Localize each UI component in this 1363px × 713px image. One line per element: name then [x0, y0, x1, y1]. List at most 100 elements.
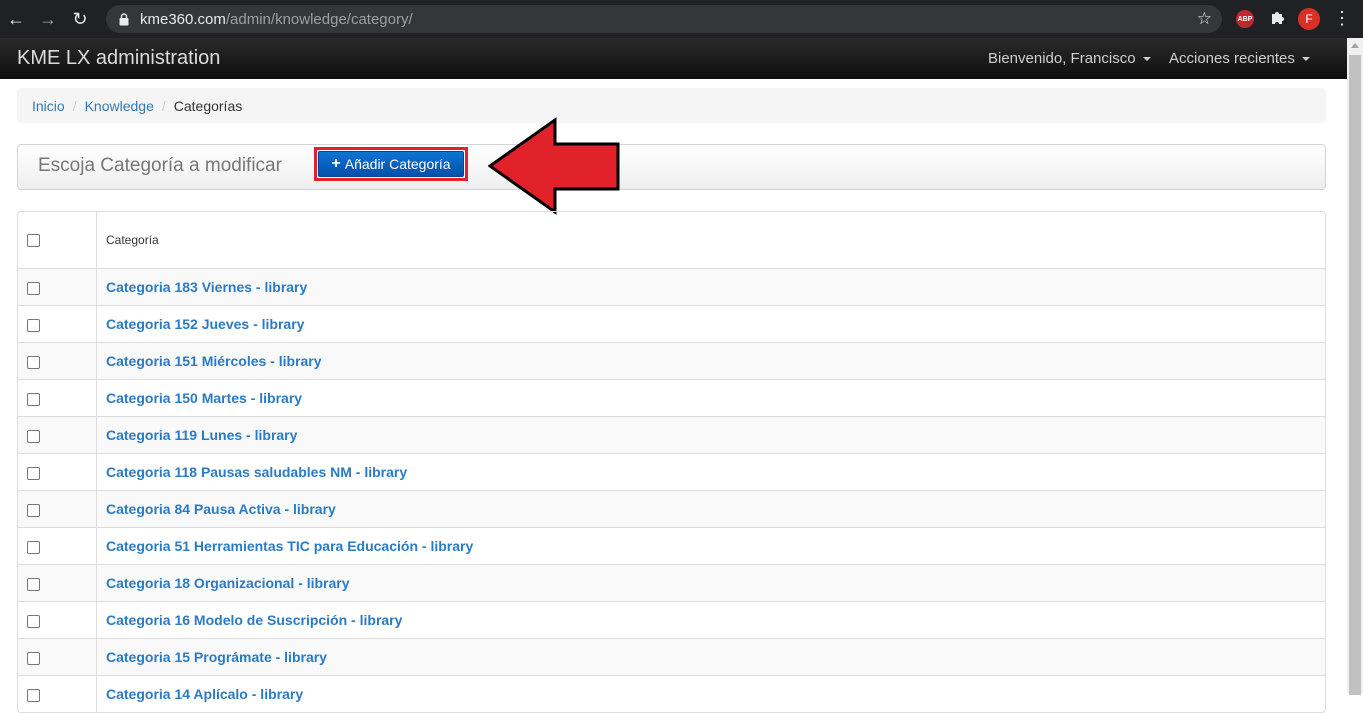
row-select-cell: [18, 638, 97, 676]
breadcrumb-separator: /: [161, 97, 166, 114]
url-path: /admin/knowledge/category/: [225, 10, 413, 28]
category-cell: Categoria 183 Viernes - library: [96, 268, 1325, 306]
row-checkbox[interactable]: [27, 503, 40, 517]
chevron-down-icon: [1142, 57, 1151, 62]
category-link[interactable]: Categoria 15 Prográmate - library: [106, 649, 327, 665]
breadcrumb-separator: /: [72, 97, 77, 114]
table-row: Categoria 16 Modelo de Suscripción - lib…: [18, 601, 1325, 639]
row-select-cell: [18, 453, 97, 491]
row-checkbox[interactable]: [27, 577, 40, 591]
extensions-puzzle-icon[interactable]: [1268, 9, 1286, 27]
category-cell: Categoria 150 Martes - library: [96, 379, 1325, 417]
address-bar[interactable]: kme360.com/admin/knowledge/category/ ☆: [106, 5, 1222, 33]
browser-menu-icon[interactable]: ⋮: [1332, 8, 1352, 29]
category-link[interactable]: Categoria 118 Pausas saludables NM - lib…: [106, 464, 407, 480]
row-checkbox[interactable]: [27, 540, 40, 554]
table-row: Categoria 51 Herramientas TIC para Educa…: [18, 527, 1325, 565]
category-cell: Categoria 18 Organizacional - library: [96, 564, 1325, 602]
row-checkbox[interactable]: [27, 651, 40, 665]
table-row: Categoria 84 Pausa Activa - library: [18, 490, 1325, 528]
row-checkbox[interactable]: [27, 281, 40, 295]
category-cell: Categoria 151 Miércoles - library: [96, 342, 1325, 380]
page-title: Escoja Categoría a modificar: [38, 155, 282, 176]
category-link[interactable]: Categoria 51 Herramientas TIC para Educa…: [106, 538, 473, 554]
recent-actions-menu[interactable]: Acciones recientes: [1169, 50, 1310, 67]
table-row: Categoria 152 Jueves - library: [18, 305, 1325, 343]
results-table: Categoría Categoria 183 Viernes - librar…: [17, 211, 1326, 713]
brand-title[interactable]: KME LX administration: [17, 47, 220, 70]
row-select-cell: [18, 527, 97, 565]
row-checkbox[interactable]: [27, 688, 40, 702]
changelist-toolbar: Escoja Categoría a modificar + Añadir Ca…: [17, 144, 1326, 190]
browser-toolbar: ← → ↻ kme360.com/admin/knowledge/categor…: [0, 0, 1363, 38]
table-row: Categoria 150 Martes - library: [18, 379, 1325, 417]
select-all-cell: [18, 212, 97, 269]
table-row: Categoria 118 Pausas saludables NM - lib…: [18, 453, 1325, 491]
category-cell: Categoria 16 Modelo de Suscripción - lib…: [96, 601, 1325, 639]
row-select-cell: [18, 601, 97, 639]
row-select-cell: [18, 342, 97, 380]
select-all-checkbox[interactable]: [27, 234, 40, 248]
row-select-cell: [18, 675, 97, 712]
forward-icon[interactable]: →: [32, 0, 64, 38]
category-link[interactable]: Categoria 183 Viernes - library: [106, 279, 307, 295]
row-select-cell: [18, 564, 97, 602]
table-row: Categoria 18 Organizacional - library: [18, 564, 1325, 602]
back-icon[interactable]: ←: [0, 0, 32, 38]
category-link[interactable]: Categoria 84 Pausa Activa - library: [106, 501, 336, 517]
category-cell: Categoria 152 Jueves - library: [96, 305, 1325, 343]
category-link[interactable]: Categoria 151 Miércoles - library: [106, 353, 322, 369]
category-link[interactable]: Categoria 152 Jueves - library: [106, 316, 304, 332]
row-select-cell: [18, 305, 97, 343]
table-row: Categoria 15 Prográmate - library: [18, 638, 1325, 676]
add-category-button[interactable]: + Añadir Categoría: [318, 151, 464, 177]
admin-navbar: KME LX administration Bienvenido, Franci…: [0, 38, 1347, 79]
lock-icon: [118, 12, 130, 26]
profile-avatar[interactable]: F: [1298, 8, 1320, 30]
table-row: Categoria 14 Aplícalo - library: [18, 675, 1325, 712]
category-cell: Categoria 84 Pausa Activa - library: [96, 490, 1325, 528]
category-cell: Categoria 51 Herramientas TIC para Educa…: [96, 527, 1325, 565]
row-checkbox[interactable]: [27, 466, 40, 480]
category-cell: Categoria 118 Pausas saludables NM - lib…: [96, 453, 1325, 491]
row-select-cell: [18, 416, 97, 454]
category-cell: Categoria 15 Prográmate - library: [96, 638, 1325, 676]
reload-icon[interactable]: ↻: [64, 0, 96, 38]
table-row: Categoria 151 Miércoles - library: [18, 342, 1325, 380]
category-link[interactable]: Categoria 18 Organizacional - library: [106, 575, 350, 591]
breadcrumb-home-link[interactable]: Inicio: [32, 98, 65, 114]
category-cell: Categoria 119 Lunes - library: [96, 416, 1325, 454]
row-select-cell: [18, 379, 97, 417]
url-host: kme360.com: [140, 10, 226, 28]
chevron-down-icon: [1301, 57, 1310, 62]
row-select-cell: [18, 490, 97, 528]
row-checkbox[interactable]: [27, 614, 40, 628]
adblock-extension-icon[interactable]: ABP: [1236, 10, 1254, 28]
table-row: Categoria 119 Lunes - library: [18, 416, 1325, 454]
breadcrumb-app-link[interactable]: Knowledge: [85, 98, 154, 114]
row-checkbox[interactable]: [27, 429, 40, 443]
category-cell: Categoria 14 Aplícalo - library: [96, 675, 1325, 712]
url-text: kme360.com/admin/knowledge/category/: [140, 11, 413, 28]
category-link[interactable]: Categoria 150 Martes - library: [106, 390, 302, 406]
table-row: Categoria 183 Viernes - library: [18, 268, 1325, 306]
breadcrumb: Inicio / Knowledge / Categorías: [17, 88, 1326, 123]
bookmark-star-icon[interactable]: ☆: [1197, 9, 1212, 29]
user-menu[interactable]: Bienvenido, Francisco: [988, 50, 1151, 67]
callout-arrow-icon: [488, 117, 620, 215]
table-header-row: Categoría: [18, 212, 1325, 269]
scrollbar-thumb[interactable]: [1349, 55, 1361, 695]
plus-icon: +: [331, 155, 341, 172]
category-link[interactable]: Categoria 119 Lunes - library: [106, 427, 297, 443]
category-link[interactable]: Categoria 14 Aplícalo - library: [106, 686, 303, 702]
scroll-up-icon[interactable]: [1351, 43, 1359, 48]
breadcrumb-current: Categorías: [173, 97, 243, 114]
row-select-cell: [18, 268, 97, 306]
user-menu-label: Bienvenido, Francisco: [988, 50, 1136, 67]
category-link[interactable]: Categoria 16 Modelo de Suscripción - lib…: [106, 612, 402, 628]
row-checkbox[interactable]: [27, 355, 40, 369]
column-header-category[interactable]: Categoría: [97, 212, 1326, 269]
row-checkbox[interactable]: [27, 392, 40, 406]
row-checkbox[interactable]: [27, 318, 40, 332]
add-category-label: Añadir Categoría: [344, 156, 451, 172]
